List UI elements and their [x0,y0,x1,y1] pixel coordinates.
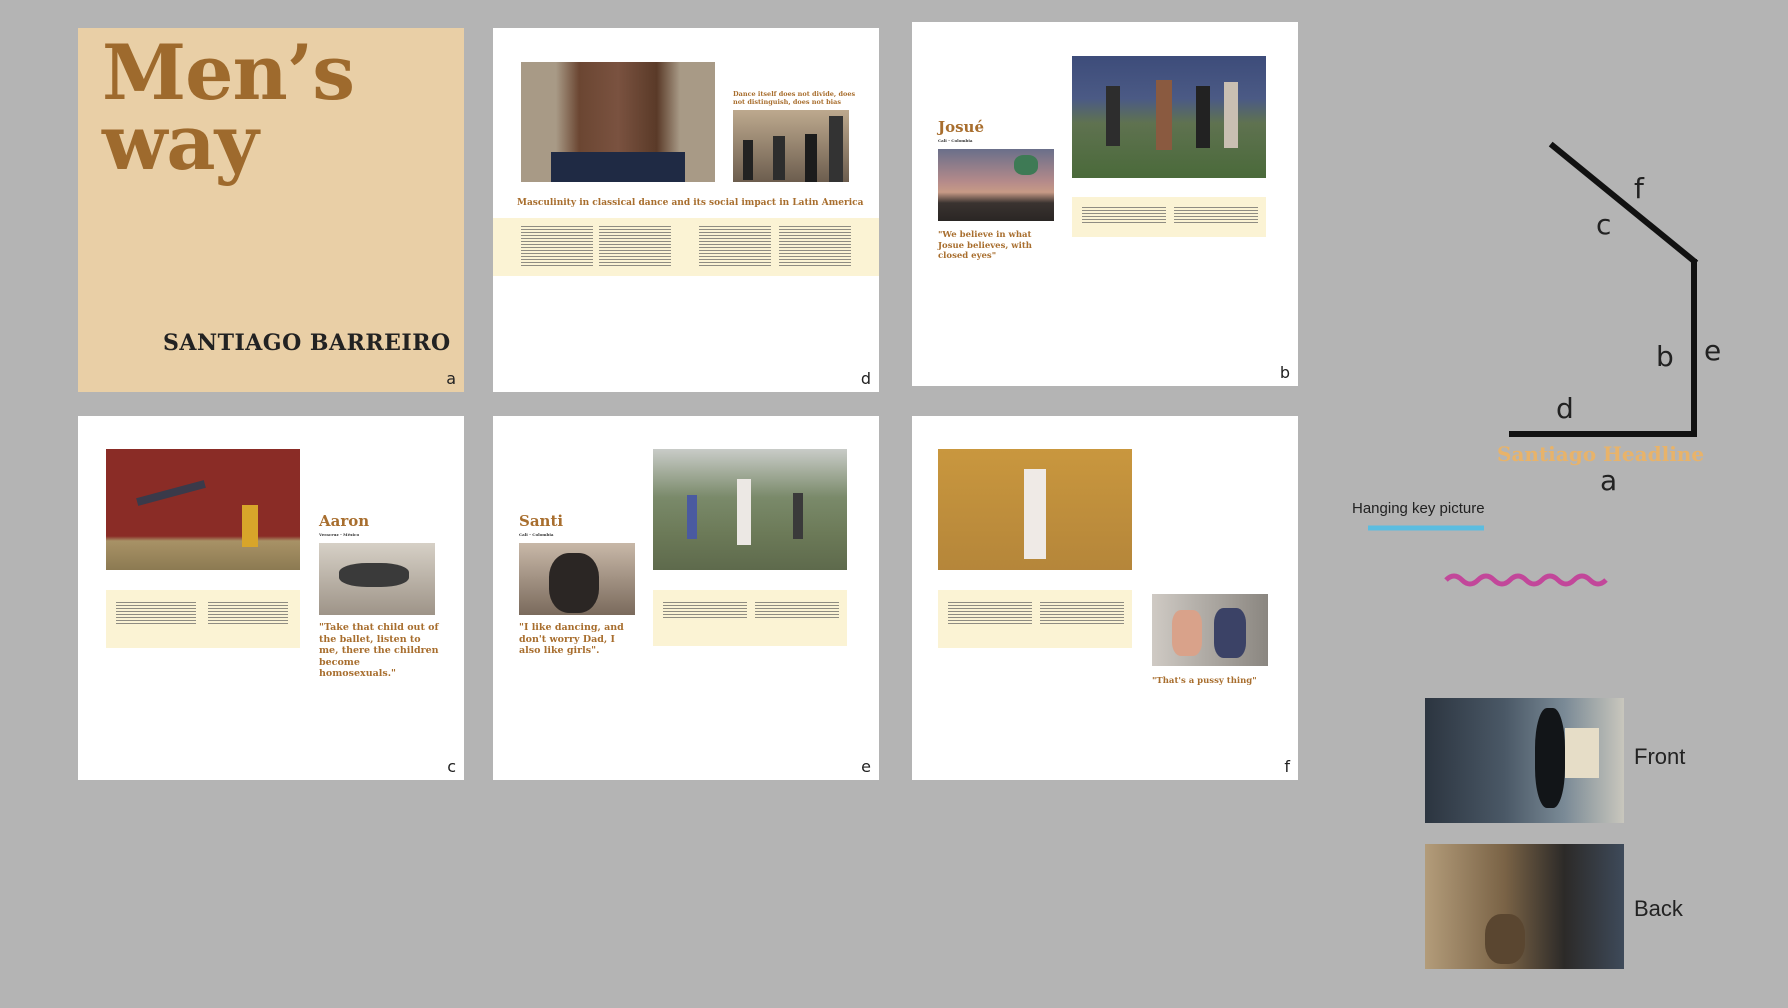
cover-title: Men’s way [102,35,355,187]
couple-photo [1152,594,1268,666]
page-b: Josué Cali - Colombia "We believe in wha… [912,22,1298,386]
dancer-lift-photo [938,449,1132,570]
football-photo [653,449,847,570]
diagram-label-e: e [1704,334,1722,367]
page-d-headline: Masculinity in classical dance and its s… [517,198,864,208]
subject-name: Josué [938,118,984,136]
pullquote: Dance itself does not divide, does not d… [733,90,856,106]
page-b-body-text [1072,197,1266,237]
diagram-label-d: d [1556,392,1574,425]
page-c: Aaron Veracruz - México "Take that child… [78,416,464,780]
diagram-label-a: a [1600,464,1618,497]
page-letter: d [860,369,871,388]
page-d: Dance itself does not divide, does not d… [493,28,879,392]
torso-photo [521,62,715,182]
page-letter: f [1284,757,1290,776]
subject-place: Cali - Colombia [519,532,554,537]
diagram-label-c: c [1596,208,1612,241]
sunset-photo [938,149,1054,221]
wave-line [1444,573,1608,587]
subject-quote: "I like dancing, and don't worry Dad, I … [519,622,624,656]
page-f-body-text [938,590,1132,648]
page-letter: c [447,757,456,776]
subject-place: Veracruz - México [319,532,360,537]
page-letter: b [1279,363,1290,382]
diagram-label-b: b [1656,340,1674,373]
page-d-body-text [493,218,879,276]
diagram-line-cf [1548,141,1699,266]
subject-name: Santi [519,512,564,530]
embrace-photo [519,543,635,615]
page-e-body-text [653,590,847,646]
page-a-cover: Men’s way SANTIAGO BARREIRO a [78,28,464,392]
subject-quote: "That's a pussy thing" [1152,676,1257,686]
cover-title-line2: way [102,98,259,187]
subject-place: Cali - Colombia [938,138,973,143]
diagram-label-f: f [1634,172,1644,205]
subject-name: Aaron [319,512,370,530]
back-label: Back [1634,896,1683,921]
hanging-key-label: Hanging key picture [1352,500,1485,517]
page-letter: a [446,369,456,388]
front-label: Front [1634,744,1686,769]
front-thumbnail [1425,698,1624,823]
page-e: Santi Cali - Colombia "I like dancing, a… [493,416,879,780]
back-thumbnail [1425,844,1624,969]
subject-quote: "We believe in what Josue believes, with… [938,230,1032,261]
page-letter: e [861,757,871,776]
subject-quote: "Take that child out of the ballet, list… [319,622,439,679]
group-field-photo [1072,56,1266,178]
diagram-headline: Santiago Headline [1497,442,1705,466]
studio-photo [733,110,849,182]
leap-photo [106,449,300,570]
page-f: "That's a pussy thing" f [912,416,1298,780]
cover-author: SANTIAGO BARREIRO [163,330,451,356]
stretch-photo [319,543,435,615]
page-c-body-text [106,590,300,648]
